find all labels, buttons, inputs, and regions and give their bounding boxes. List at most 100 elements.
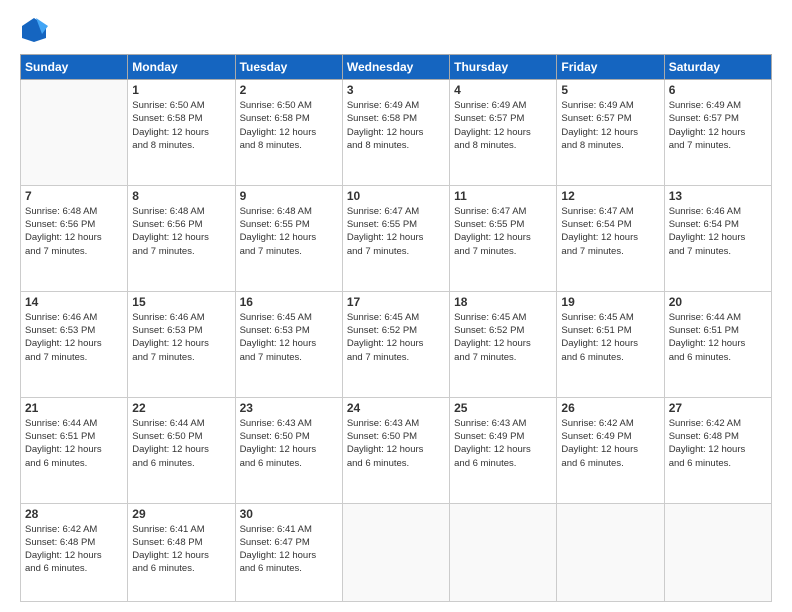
calendar-week-row: 21 Sunrise: 6:44 AM Sunset: 6:51 PM Dayli… [21,397,772,503]
day-info: Sunrise: 6:45 AM Sunset: 6:53 PM Dayligh… [240,311,338,364]
day-info: Sunrise: 6:45 AM Sunset: 6:52 PM Dayligh… [454,311,552,364]
day-number: 19 [561,295,659,309]
calendar-cell: 19 Sunrise: 6:45 AM Sunset: 6:51 PM Dayli… [557,291,664,397]
day-info: Sunrise: 6:43 AM Sunset: 6:50 PM Dayligh… [240,417,338,470]
day-info: Sunrise: 6:41 AM Sunset: 6:47 PM Dayligh… [240,523,338,576]
day-number: 5 [561,83,659,97]
calendar-cell [450,503,557,601]
calendar-week-row: 14 Sunrise: 6:46 AM Sunset: 6:53 PM Dayli… [21,291,772,397]
calendar-cell: 17 Sunrise: 6:45 AM Sunset: 6:52 PM Dayli… [342,291,449,397]
calendar: SundayMondayTuesdayWednesdayThursdayFrid… [20,54,772,602]
calendar-cell [21,80,128,186]
calendar-cell: 30 Sunrise: 6:41 AM Sunset: 6:47 PM Dayli… [235,503,342,601]
calendar-cell: 5 Sunrise: 6:49 AM Sunset: 6:57 PM Daylig… [557,80,664,186]
calendar-cell: 24 Sunrise: 6:43 AM Sunset: 6:50 PM Dayli… [342,397,449,503]
day-info: Sunrise: 6:48 AM Sunset: 6:55 PM Dayligh… [240,205,338,258]
day-number: 8 [132,189,230,203]
day-number: 26 [561,401,659,415]
calendar-cell: 6 Sunrise: 6:49 AM Sunset: 6:57 PM Daylig… [664,80,771,186]
day-info: Sunrise: 6:50 AM Sunset: 6:58 PM Dayligh… [132,99,230,152]
day-info: Sunrise: 6:45 AM Sunset: 6:51 PM Dayligh… [561,311,659,364]
day-number: 30 [240,507,338,521]
calendar-cell: 20 Sunrise: 6:44 AM Sunset: 6:51 PM Dayli… [664,291,771,397]
calendar-cell: 10 Sunrise: 6:47 AM Sunset: 6:55 PM Dayli… [342,185,449,291]
calendar-cell: 11 Sunrise: 6:47 AM Sunset: 6:55 PM Dayli… [450,185,557,291]
calendar-cell: 3 Sunrise: 6:49 AM Sunset: 6:58 PM Daylig… [342,80,449,186]
calendar-cell: 26 Sunrise: 6:42 AM Sunset: 6:49 PM Dayli… [557,397,664,503]
weekday-header: Wednesday [342,55,449,80]
day-info: Sunrise: 6:49 AM Sunset: 6:58 PM Dayligh… [347,99,445,152]
calendar-cell [342,503,449,601]
calendar-cell: 18 Sunrise: 6:45 AM Sunset: 6:52 PM Dayli… [450,291,557,397]
calendar-cell: 12 Sunrise: 6:47 AM Sunset: 6:54 PM Dayli… [557,185,664,291]
day-info: Sunrise: 6:48 AM Sunset: 6:56 PM Dayligh… [25,205,123,258]
day-info: Sunrise: 6:50 AM Sunset: 6:58 PM Dayligh… [240,99,338,152]
weekday-header: Sunday [21,55,128,80]
calendar-cell: 28 Sunrise: 6:42 AM Sunset: 6:48 PM Dayli… [21,503,128,601]
calendar-cell: 15 Sunrise: 6:46 AM Sunset: 6:53 PM Dayli… [128,291,235,397]
day-info: Sunrise: 6:43 AM Sunset: 6:49 PM Dayligh… [454,417,552,470]
calendar-cell: 29Sunrise: 6:41 AM Sunset: 6:48 PM Dayli… [128,503,235,601]
day-info: Sunrise: 6:49 AM Sunset: 6:57 PM Dayligh… [561,99,659,152]
day-info: Sunrise: 6:41 AM Sunset: 6:48 PM Dayligh… [132,523,230,576]
day-info: Sunrise: 6:47 AM Sunset: 6:55 PM Dayligh… [454,205,552,258]
logo [20,16,52,44]
day-info: Sunrise: 6:48 AM Sunset: 6:56 PM Dayligh… [132,205,230,258]
day-number: 21 [25,401,123,415]
day-info: Sunrise: 6:44 AM Sunset: 6:51 PM Dayligh… [25,417,123,470]
day-info: Sunrise: 6:42 AM Sunset: 6:48 PM Dayligh… [669,417,767,470]
day-info: Sunrise: 6:45 AM Sunset: 6:52 PM Dayligh… [347,311,445,364]
calendar-cell: 14 Sunrise: 6:46 AM Sunset: 6:53 PM Dayli… [21,291,128,397]
day-number: 7 [25,189,123,203]
calendar-cell: 25 Sunrise: 6:43 AM Sunset: 6:49 PM Dayli… [450,397,557,503]
day-number: 12 [561,189,659,203]
day-number: 6 [669,83,767,97]
day-number: 24 [347,401,445,415]
day-number: 25 [454,401,552,415]
calendar-cell: 7 Sunrise: 6:48 AM Sunset: 6:56 PM Daylig… [21,185,128,291]
day-info: Sunrise: 6:49 AM Sunset: 6:57 PM Dayligh… [454,99,552,152]
page: SundayMondayTuesdayWednesdayThursdayFrid… [0,0,792,612]
day-info: Sunrise: 6:42 AM Sunset: 6:49 PM Dayligh… [561,417,659,470]
day-number: 3 [347,83,445,97]
day-info: Sunrise: 6:47 AM Sunset: 6:55 PM Dayligh… [347,205,445,258]
calendar-cell: 23Sunrise: 6:43 AM Sunset: 6:50 PM Dayli… [235,397,342,503]
day-info: Sunrise: 6:49 AM Sunset: 6:57 PM Dayligh… [669,99,767,152]
calendar-cell: 21 Sunrise: 6:44 AM Sunset: 6:51 PM Dayli… [21,397,128,503]
calendar-cell: 4 Sunrise: 6:49 AM Sunset: 6:57 PM Daylig… [450,80,557,186]
day-number: 10 [347,189,445,203]
calendar-cell: 13Sunrise: 6:46 AM Sunset: 6:54 PM Dayli… [664,185,771,291]
day-number: 14 [25,295,123,309]
day-number: 16 [240,295,338,309]
day-number: 22 [132,401,230,415]
weekday-header: Tuesday [235,55,342,80]
day-info: Sunrise: 6:46 AM Sunset: 6:53 PM Dayligh… [25,311,123,364]
day-info: Sunrise: 6:43 AM Sunset: 6:50 PM Dayligh… [347,417,445,470]
calendar-cell: 8 Sunrise: 6:48 AM Sunset: 6:56 PM Daylig… [128,185,235,291]
day-info: Sunrise: 6:42 AM Sunset: 6:48 PM Dayligh… [25,523,123,576]
day-info: Sunrise: 6:44 AM Sunset: 6:50 PM Dayligh… [132,417,230,470]
day-number: 15 [132,295,230,309]
calendar-week-row: 7 Sunrise: 6:48 AM Sunset: 6:56 PM Daylig… [21,185,772,291]
weekday-header: Monday [128,55,235,80]
day-number: 4 [454,83,552,97]
day-info: Sunrise: 6:47 AM Sunset: 6:54 PM Dayligh… [561,205,659,258]
weekday-header: Friday [557,55,664,80]
calendar-cell: 9 Sunrise: 6:48 AM Sunset: 6:55 PM Daylig… [235,185,342,291]
day-number: 9 [240,189,338,203]
day-info: Sunrise: 6:44 AM Sunset: 6:51 PM Dayligh… [669,311,767,364]
day-number: 20 [669,295,767,309]
logo-icon [20,16,48,44]
day-number: 28 [25,507,123,521]
calendar-cell: 1Sunrise: 6:50 AM Sunset: 6:58 PM Daylig… [128,80,235,186]
day-number: 18 [454,295,552,309]
calendar-cell: 27Sunrise: 6:42 AM Sunset: 6:48 PM Dayli… [664,397,771,503]
calendar-week-row: 1Sunrise: 6:50 AM Sunset: 6:58 PM Daylig… [21,80,772,186]
calendar-cell: 22 Sunrise: 6:44 AM Sunset: 6:50 PM Dayli… [128,397,235,503]
calendar-week-row: 28 Sunrise: 6:42 AM Sunset: 6:48 PM Dayli… [21,503,772,601]
day-number: 11 [454,189,552,203]
day-number: 17 [347,295,445,309]
calendar-cell: 2Sunrise: 6:50 AM Sunset: 6:58 PM Daylig… [235,80,342,186]
day-info: Sunrise: 6:46 AM Sunset: 6:53 PM Dayligh… [132,311,230,364]
weekday-header: Thursday [450,55,557,80]
